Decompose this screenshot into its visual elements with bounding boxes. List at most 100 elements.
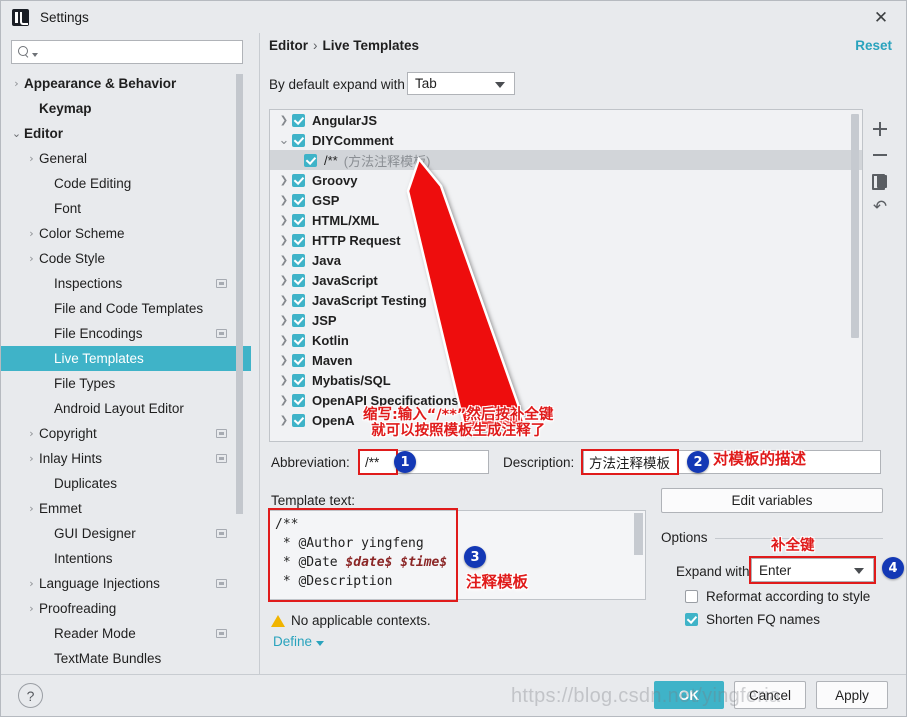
- chevron-down-icon[interactable]: ⌄: [276, 133, 292, 148]
- chevron-right-icon[interactable]: ›: [9, 77, 24, 90]
- sidebar-item-proofreading[interactable]: › Proofreading: [1, 596, 251, 621]
- template-group-row[interactable]: ❯ OpenAPI Specifications (.json): [270, 390, 862, 410]
- chevron-right-icon[interactable]: ›: [24, 227, 39, 240]
- template-group-row[interactable]: ❯ Maven: [270, 350, 862, 370]
- template-group-row[interactable]: ❯ OpenA: [270, 410, 862, 430]
- template-group-row[interactable]: ❯ AngularJS: [270, 110, 862, 130]
- sidebar-item-keymap[interactable]: Keymap: [1, 96, 251, 121]
- template-group-row[interactable]: ❯ JavaScript Testing: [270, 290, 862, 310]
- sidebar-item-file-encodings[interactable]: File Encodings: [1, 321, 251, 346]
- sidebar-item-file-and-code-templates[interactable]: File and Code Templates: [1, 296, 251, 321]
- template-group-row[interactable]: ❯ Groovy: [270, 170, 862, 190]
- breadcrumb-parent[interactable]: Editor: [269, 38, 308, 53]
- chevron-right-icon[interactable]: ›: [24, 577, 39, 590]
- close-icon[interactable]: ✕: [870, 7, 892, 29]
- sidebar-item-editor[interactable]: ⌄ Editor: [1, 121, 251, 146]
- checkbox-checked-icon[interactable]: [292, 253, 305, 267]
- checkbox-checked-icon[interactable]: [292, 233, 305, 247]
- chevron-right-icon[interactable]: ❯: [276, 255, 292, 266]
- sidebar-item-duplicates[interactable]: Duplicates: [1, 471, 251, 496]
- checkbox-checked-icon[interactable]: [292, 333, 305, 347]
- cancel-button[interactable]: Cancel: [734, 681, 806, 709]
- chevron-down-icon[interactable]: ⌄: [9, 127, 24, 140]
- ok-button[interactable]: OK: [654, 681, 724, 709]
- sidebar-item-language-injections[interactable]: › Language Injections: [1, 571, 251, 596]
- sidebar-item-code-style[interactable]: › Code Style: [1, 246, 251, 271]
- shorten-fq-names-checkbox[interactable]: Shorten FQ names: [685, 612, 820, 627]
- template-group-row[interactable]: ❯ JavaScript: [270, 270, 862, 290]
- checkbox-checked-icon[interactable]: [292, 373, 305, 387]
- chevron-right-icon[interactable]: ❯: [276, 175, 292, 186]
- template-group-row[interactable]: ⌄ DIYComment: [270, 130, 862, 150]
- chevron-right-icon[interactable]: ❯: [276, 355, 292, 366]
- sidebar-item-intentions[interactable]: Intentions: [1, 546, 251, 571]
- checkbox-checked-icon[interactable]: [304, 153, 317, 167]
- checkbox-checked-icon[interactable]: [292, 133, 305, 147]
- template-group-row[interactable]: ❯ GSP: [270, 190, 862, 210]
- sidebar-item-appearance-behavior[interactable]: › Appearance & Behavior: [1, 71, 251, 96]
- expand-with-select[interactable]: Enter: [751, 558, 874, 582]
- chevron-right-icon[interactable]: ❯: [276, 335, 292, 346]
- duplicate-template-button[interactable]: [868, 168, 892, 194]
- apply-button[interactable]: Apply: [816, 681, 888, 709]
- chevron-right-icon[interactable]: ❯: [276, 395, 292, 406]
- chevron-right-icon[interactable]: ❯: [276, 235, 292, 246]
- template-group-row[interactable]: ❯ JSP: [270, 310, 862, 330]
- sidebar-item-android-layout-editor[interactable]: Android Layout Editor: [1, 396, 251, 421]
- chevron-right-icon[interactable]: ❯: [276, 215, 292, 226]
- checkbox-checked-icon[interactable]: [292, 353, 305, 367]
- edit-variables-button[interactable]: Edit variables: [661, 488, 883, 513]
- help-button[interactable]: ?: [18, 683, 43, 708]
- sidebar-scrollbar[interactable]: [236, 74, 243, 514]
- reset-link[interactable]: Reset: [855, 38, 892, 53]
- chevron-right-icon[interactable]: ❯: [276, 375, 292, 386]
- chevron-right-icon[interactable]: ❯: [276, 415, 292, 426]
- checkbox-checked-icon[interactable]: [292, 393, 305, 407]
- sidebar-item-inspections[interactable]: Inspections: [1, 271, 251, 296]
- sidebar-item-inlay-hints[interactable]: › Inlay Hints: [1, 446, 251, 471]
- description-input[interactable]: 方法注释模板: [583, 450, 881, 474]
- chevron-right-icon[interactable]: ›: [24, 602, 39, 615]
- chevron-right-icon[interactable]: ›: [24, 152, 39, 165]
- sidebar-item-file-types[interactable]: File Types: [1, 371, 251, 396]
- checkbox-checked-icon[interactable]: [292, 193, 305, 207]
- chevron-right-icon[interactable]: ›: [24, 452, 39, 465]
- template-group-row[interactable]: ❯ HTTP Request: [270, 230, 862, 250]
- live-templates-tree[interactable]: ❯ AngularJS ⌄ DIYComment /** (方法注释模板) ❯ Groovy…: [269, 109, 863, 442]
- template-group-row[interactable]: /** (方法注释模板): [270, 150, 862, 170]
- settings-category-tree[interactable]: › Appearance & Behavior Keymap ⌄ Editor › Gen…: [1, 71, 251, 674]
- checkbox-checked-icon[interactable]: [292, 273, 305, 287]
- chevron-right-icon[interactable]: ❯: [276, 295, 292, 306]
- sidebar-item-gui-designer[interactable]: GUI Designer: [1, 521, 251, 546]
- chevron-right-icon[interactable]: ❯: [276, 315, 292, 326]
- reformat-checkbox[interactable]: Reformat according to style: [685, 589, 870, 604]
- sidebar-item-general[interactable]: › General: [1, 146, 251, 171]
- abbreviation-input[interactable]: /**: [359, 450, 489, 474]
- sidebar-item-color-scheme[interactable]: › Color Scheme: [1, 221, 251, 246]
- sidebar-item-emmet[interactable]: › Emmet: [1, 496, 251, 521]
- checkbox-checked-icon[interactable]: [292, 213, 305, 227]
- sidebar-item-live-templates[interactable]: Live Templates: [1, 346, 251, 371]
- add-template-button[interactable]: [868, 116, 892, 142]
- checkbox-checked-icon[interactable]: [292, 113, 305, 127]
- template-group-row[interactable]: ❯ Kotlin: [270, 330, 862, 350]
- template-text-editor[interactable]: /** * @Author yingfeng * @Date $date$ $t…: [269, 510, 646, 600]
- sidebar-item-font[interactable]: Font: [1, 196, 251, 221]
- chevron-right-icon[interactable]: ❯: [276, 275, 292, 286]
- template-group-row[interactable]: ❯ Mybatis/SQL: [270, 370, 862, 390]
- sidebar-item-copyright[interactable]: › Copyright: [1, 421, 251, 446]
- default-expand-select[interactable]: Tab: [407, 72, 515, 95]
- define-link[interactable]: Define: [273, 634, 325, 649]
- sidebar-item-reader-mode[interactable]: Reader Mode: [1, 621, 251, 646]
- chevron-right-icon[interactable]: ›: [24, 427, 39, 440]
- checkbox-checked-icon[interactable]: [292, 293, 305, 307]
- template-group-row[interactable]: ❯ HTML/XML: [270, 210, 862, 230]
- checkbox-checked-icon[interactable]: [292, 413, 305, 427]
- chevron-right-icon[interactable]: ❯: [276, 115, 292, 126]
- sidebar-item-code-editing[interactable]: Code Editing: [1, 171, 251, 196]
- search-input[interactable]: [11, 40, 243, 64]
- checkbox-checked-icon[interactable]: [292, 173, 305, 187]
- restore-defaults-button[interactable]: ↶: [868, 194, 892, 220]
- chevron-right-icon[interactable]: ›: [24, 252, 39, 265]
- remove-template-button[interactable]: [868, 142, 892, 168]
